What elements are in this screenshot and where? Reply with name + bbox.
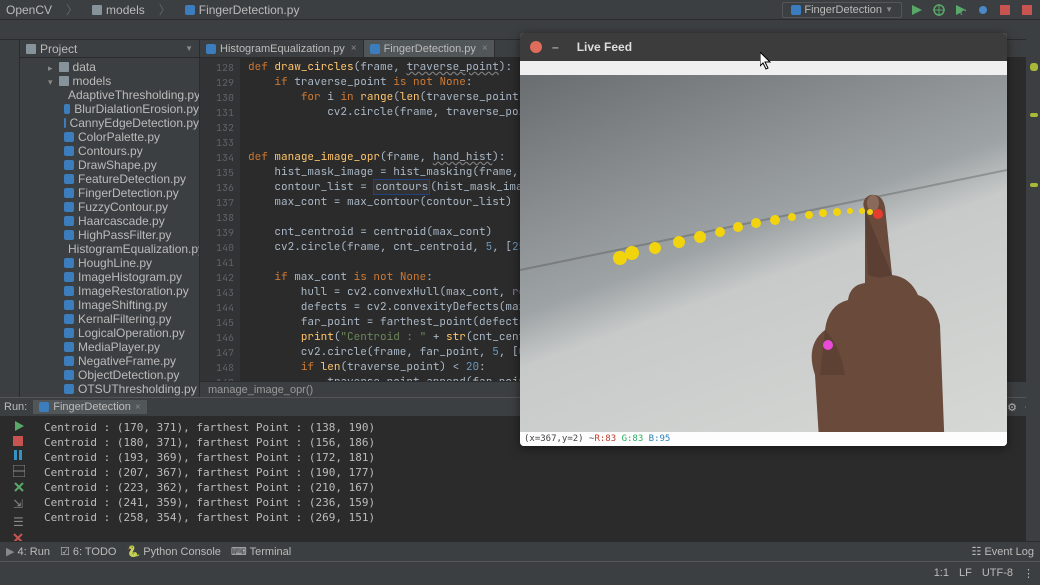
scroll-icon[interactable]: ⇲ [13, 497, 27, 511]
tree-file[interactable]: CannyEdgeDetection.py [20, 116, 199, 130]
live-feed-toolbar [520, 61, 1007, 75]
window-minimize-icon[interactable]: – [552, 40, 559, 54]
window-close-icon[interactable] [530, 41, 542, 53]
tree-file[interactable]: ColorPalette.py [20, 130, 199, 144]
project-pane-header[interactable]: Project ▼ [20, 40, 199, 58]
live-feed-window[interactable]: – Live Feed (x=367,y=2) ~ R:83 [520, 33, 1007, 446]
stop-icon[interactable] [13, 436, 27, 446]
tool-eventlog[interactable]: ☷ Event Log [972, 545, 1034, 558]
editor-tab[interactable]: FingerDetection.py× [364, 40, 495, 57]
exit-icon[interactable] [13, 481, 27, 493]
editor-scrollbar[interactable] [1026, 33, 1040, 541]
tree-file[interactable]: BlurDialationErosion.py [20, 102, 199, 116]
tree-file[interactable]: FeatureDetection.py [20, 172, 199, 186]
run-icon[interactable] [910, 3, 924, 17]
tree-file[interactable]: ImageShifting.py [20, 298, 199, 312]
editor-tab[interactable]: HistogramEqualization.py× [200, 40, 364, 57]
line-sep[interactable]: LF [959, 567, 972, 580]
pause-icon[interactable] [13, 450, 27, 460]
line-gutter[interactable]: 1281291301311321331341351361371381391401… [200, 58, 240, 381]
breadcrumb-folder[interactable]: models [92, 3, 145, 17]
tree-file[interactable]: LogicalOperation.py [20, 326, 199, 340]
app-menu[interactable]: OpenCV [6, 3, 52, 17]
tree-file[interactable]: Haarcascade.py [20, 214, 199, 228]
tree-file[interactable]: KernalFiltering.py [20, 312, 199, 326]
tab-close-icon[interactable]: × [351, 43, 357, 54]
rerun-icon[interactable] [13, 420, 27, 432]
tree-file[interactable]: OTSUThresholding.py [20, 382, 199, 396]
run-settings-icon[interactable]: ⚙ [1005, 400, 1019, 414]
tool-todo[interactable]: ☑ 6: TODO [60, 545, 117, 558]
run-tool-gutter: ⇲ ☰ ? [0, 398, 40, 561]
run-tab[interactable]: FingerDetection× [33, 400, 147, 414]
project-icon [26, 44, 36, 54]
run-tests-icon[interactable] [954, 3, 968, 17]
tree-file[interactable]: NegativeFrame.py [20, 354, 199, 368]
stop-icon[interactable] [998, 3, 1012, 17]
project-pane: Project ▼ data models AdaptiveThresholdi… [20, 40, 200, 397]
live-feed-titlebar[interactable]: – Live Feed [520, 33, 1007, 61]
left-tool-strip[interactable] [0, 40, 20, 397]
run-config-selector[interactable]: FingerDetection ▼ [782, 2, 902, 18]
print-icon[interactable]: ☰ [13, 515, 27, 529]
menu-icon[interactable]: ⋮ [1023, 567, 1034, 580]
menubar: OpenCV 〉 models 〉 FingerDetection.py Fin… [0, 0, 1040, 20]
attach-icon[interactable] [976, 3, 990, 17]
tree-folder-models[interactable]: models [20, 74, 199, 88]
tool-window-bar: ▶ 4: Run ☑ 6: TODO 🐍 Python Console ⌨ Te… [0, 541, 1040, 561]
tree-file[interactable]: DrawShape.py [20, 158, 199, 172]
status-bar: 1:1 LF UTF-8 ⋮ [0, 561, 1040, 585]
live-feed-status: (x=367,y=2) ~ R:83 G:83 B:95 [520, 432, 1007, 446]
tree-folder-data[interactable]: data [20, 60, 199, 74]
tree-file[interactable]: Contours.py [20, 144, 199, 158]
breadcrumb-file[interactable]: FingerDetection.py [185, 3, 300, 17]
tree-file[interactable]: ObjectDetection.py [20, 368, 199, 382]
debug-icon[interactable] [932, 3, 946, 17]
tree-file[interactable]: AdaptiveThresholding.py [20, 88, 199, 102]
tree-file[interactable]: ImageHistogram.py [20, 270, 199, 284]
tree-file[interactable]: HighPassFilter.py [20, 228, 199, 242]
live-feed-title: Live Feed [577, 40, 632, 54]
tree-file[interactable]: FingerDetection.py [20, 186, 199, 200]
tree-file[interactable]: FuzzyContour.py [20, 200, 199, 214]
tool-run[interactable]: ▶ 4: Run [6, 545, 50, 558]
tree-file[interactable]: ImageRestoration.py [20, 284, 199, 298]
tree-file[interactable]: HoughLine.py [20, 256, 199, 270]
layout-icon[interactable] [13, 465, 27, 477]
caret-pos[interactable]: 1:1 [934, 567, 949, 580]
tool-pyconsole[interactable]: 🐍 Python Console [126, 545, 220, 558]
tool-terminal[interactable]: ⌨ Terminal [231, 545, 291, 558]
run-label: Run: [4, 401, 27, 413]
encoding[interactable]: UTF-8 [982, 567, 1013, 580]
stop-all-icon[interactable] [1020, 3, 1034, 17]
live-feed-canvas [520, 75, 1007, 432]
tab-close-icon[interactable]: × [482, 43, 488, 54]
tree-file[interactable]: HistogramEqualization.py [20, 242, 199, 256]
tree-file[interactable]: MediaPlayer.py [20, 340, 199, 354]
